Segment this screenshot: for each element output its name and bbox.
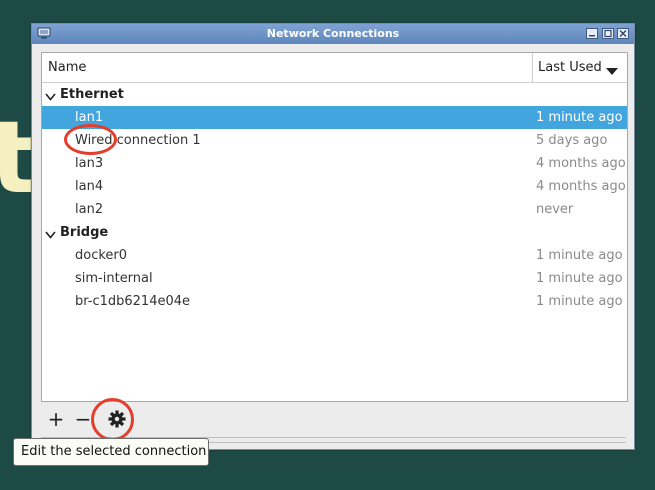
- minimize-button[interactable]: [586, 28, 598, 39]
- connection-row-lan1[interactable]: lan1 1 minute ago: [42, 106, 627, 129]
- edit-connection-button[interactable]: [105, 407, 129, 431]
- connection-name: Wired connection 1: [75, 133, 201, 148]
- connection-row-lan3[interactable]: lan3 4 months ago: [42, 152, 627, 175]
- remove-connection-button[interactable]: −: [72, 408, 94, 430]
- connection-last-used: 1 minute ago: [536, 294, 623, 309]
- close-icon: [619, 30, 627, 37]
- connection-last-used: 1 minute ago: [536, 248, 623, 263]
- connection-name: sim-internal: [75, 271, 153, 286]
- connection-name: lan4: [75, 179, 104, 194]
- chevron-down-icon[interactable]: [45, 90, 56, 105]
- group-label: Ethernet: [60, 87, 124, 102]
- connection-last-used: 5 days ago: [536, 133, 608, 148]
- connection-last-used: never: [536, 202, 574, 217]
- group-ethernet[interactable]: Ethernet: [42, 83, 627, 106]
- column-header-last-used[interactable]: Last Used: [538, 60, 602, 75]
- connection-name: lan1: [75, 110, 104, 125]
- tooltip: Edit the selected connection: [13, 438, 209, 466]
- add-connection-button[interactable]: +: [45, 408, 67, 430]
- connection-row-lan2[interactable]: lan2 never: [42, 198, 627, 221]
- bottom-toolbar: + −: [41, 404, 626, 434]
- connection-name: docker0: [75, 248, 128, 263]
- connection-name: lan3: [75, 156, 104, 171]
- maximize-button[interactable]: [602, 28, 614, 39]
- connections-list[interactable]: Name Last Used Ethernet lan1 1 minute ag…: [41, 52, 628, 402]
- connection-row-docker0[interactable]: docker0 1 minute ago: [42, 244, 627, 267]
- group-label: Bridge: [60, 225, 109, 240]
- connection-row-wired-connection-1[interactable]: Wired connection 1 5 days ago: [42, 129, 627, 152]
- connection-last-used: 1 minute ago: [536, 271, 623, 286]
- title-bar[interactable]: Network Connections: [32, 24, 634, 44]
- connection-row-sim-internal[interactable]: sim-internal 1 minute ago: [42, 267, 627, 290]
- sort-descending-icon[interactable]: [606, 64, 618, 79]
- connection-last-used: 1 minute ago: [536, 110, 623, 125]
- group-bridge[interactable]: Bridge: [42, 221, 627, 244]
- connection-last-used: 4 months ago: [536, 156, 626, 171]
- connection-row-lan4[interactable]: lan4 4 months ago: [42, 175, 627, 198]
- column-separator: [532, 53, 533, 82]
- window-title: Network Connections: [266, 27, 400, 40]
- connection-name: br-c1db6214e04e: [75, 294, 191, 309]
- minimize-icon: [589, 35, 595, 37]
- network-connections-window: Network Connections Name Last Used Ether…: [31, 23, 635, 450]
- column-header-name[interactable]: Name: [48, 60, 86, 75]
- chevron-down-icon[interactable]: [45, 228, 56, 243]
- connection-name: lan2: [75, 202, 104, 217]
- connection-row-br-c1db6214e04e[interactable]: br-c1db6214e04e 1 minute ago: [42, 290, 627, 313]
- close-button[interactable]: [617, 28, 629, 39]
- gear-icon: [108, 410, 126, 428]
- connection-last-used: 4 months ago: [536, 179, 626, 194]
- list-header: Name Last Used: [42, 53, 627, 83]
- maximize-icon: [604, 29, 612, 38]
